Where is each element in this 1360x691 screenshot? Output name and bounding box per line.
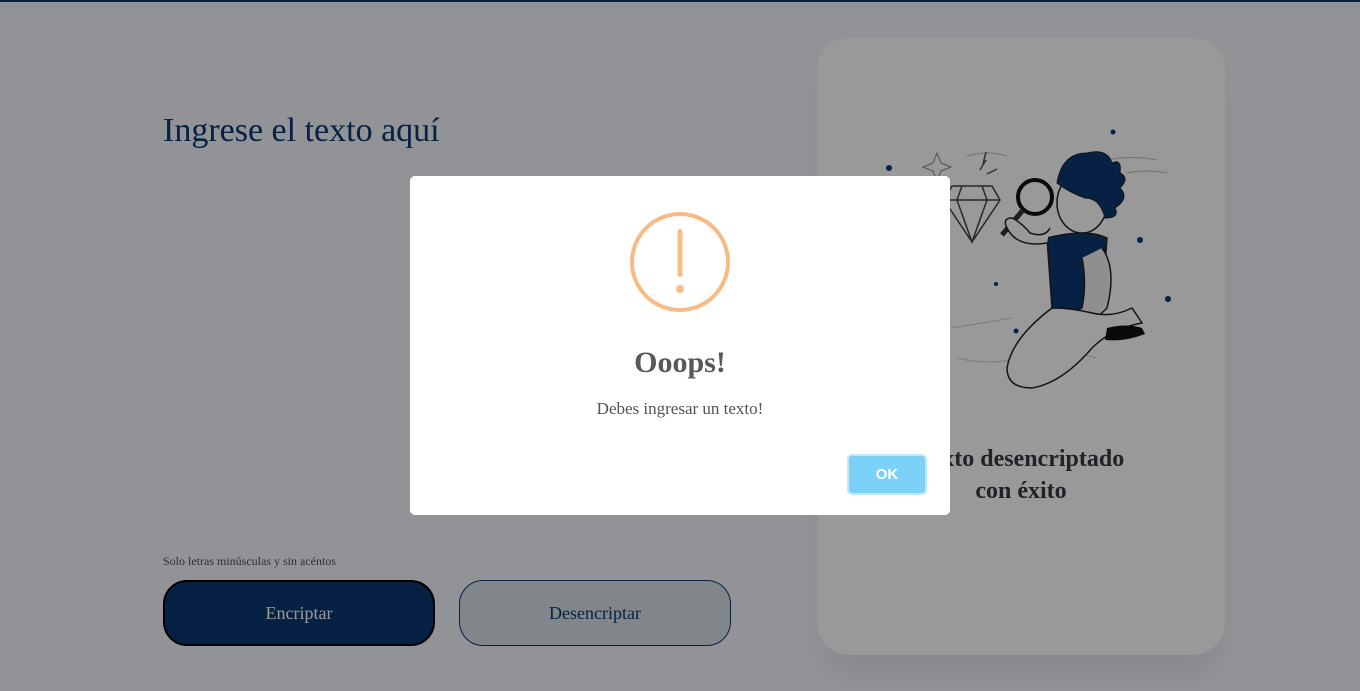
ok-button[interactable]: OK (847, 454, 927, 495)
alert-modal: Ooops! Debes ingresar un texto! OK (410, 176, 950, 515)
warning-icon (630, 212, 730, 312)
modal-title: Ooops! (634, 346, 726, 379)
modal-text: Debes ingresar un texto! (596, 399, 764, 418)
